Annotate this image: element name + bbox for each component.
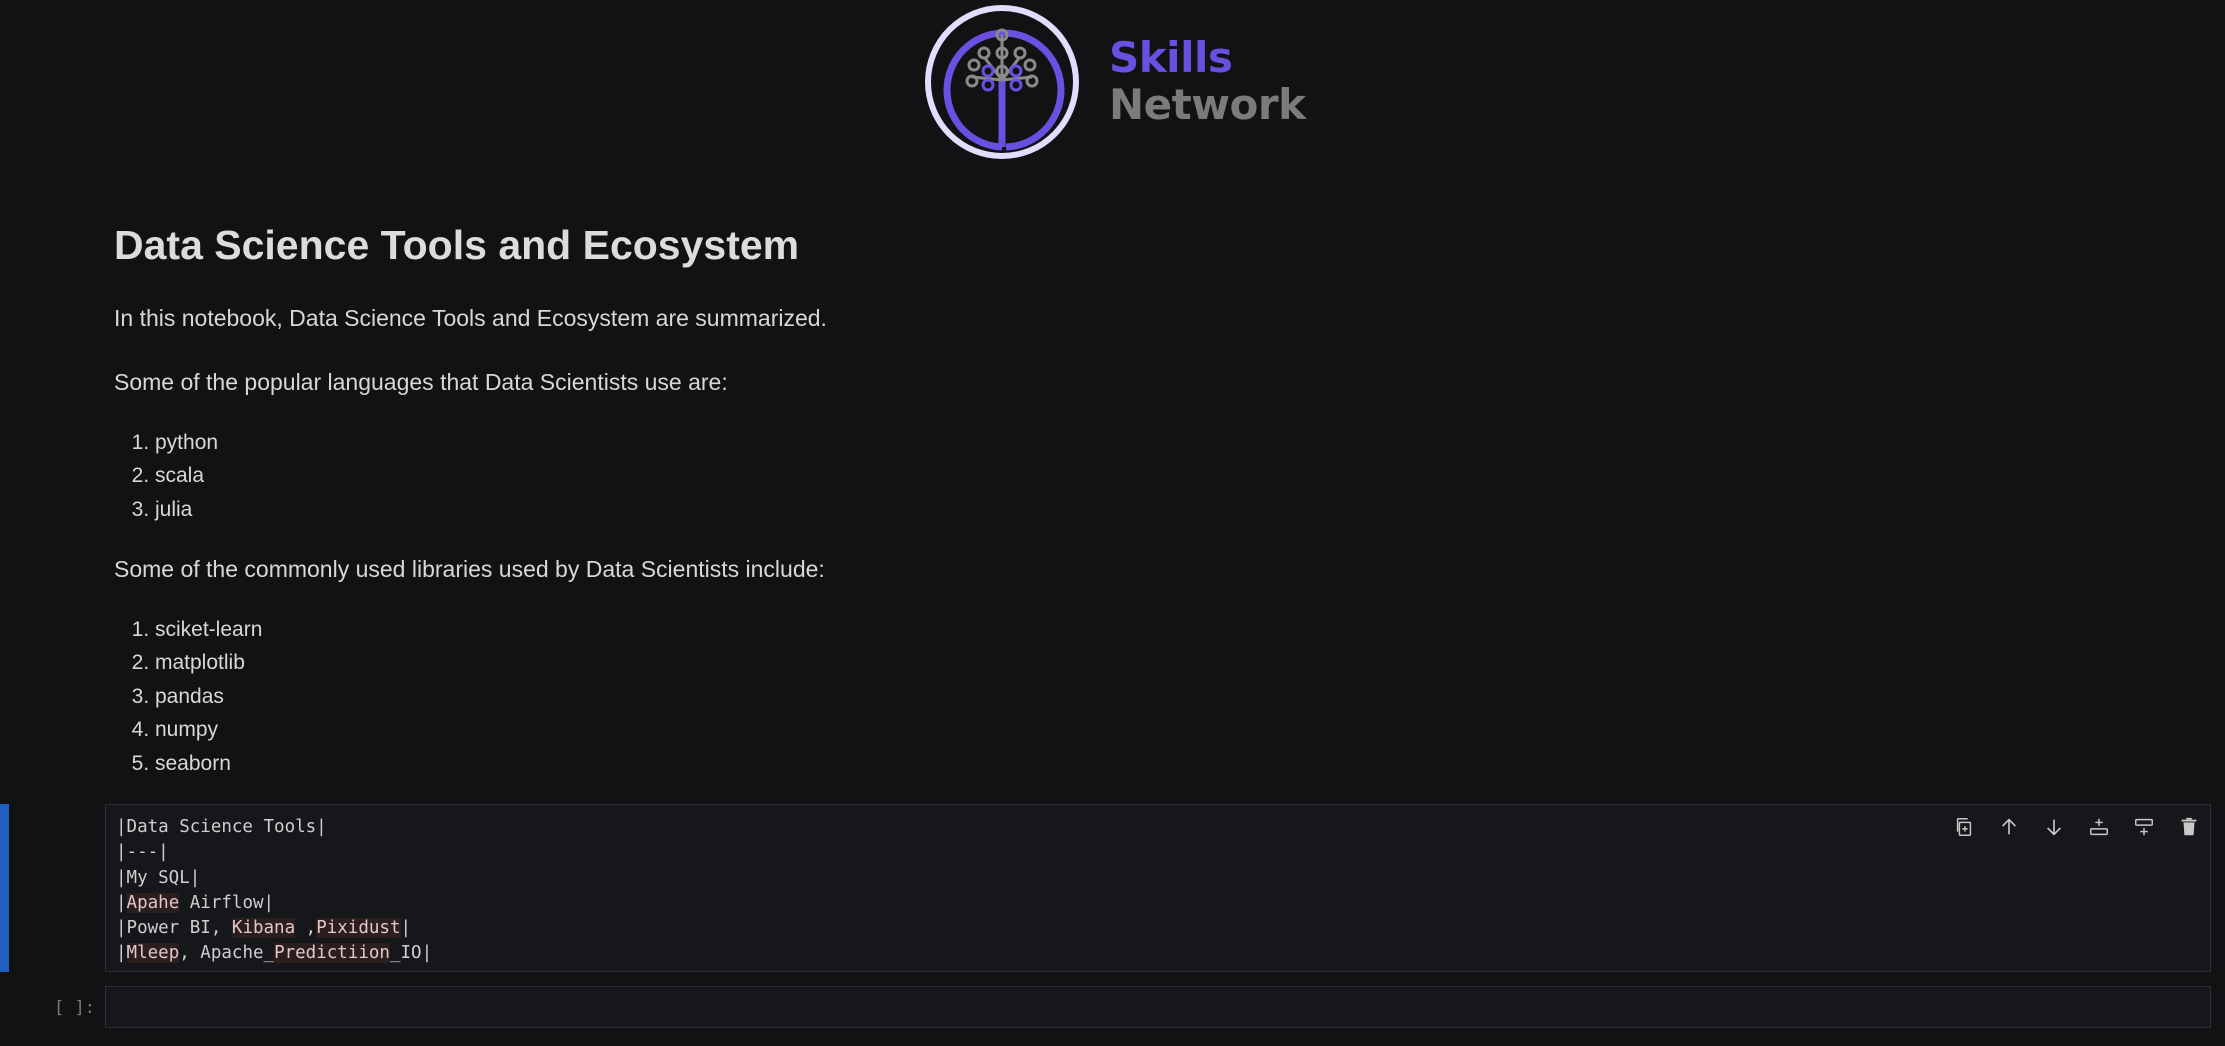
- languages-heading: Some of the popular languages that Data …: [114, 369, 728, 395]
- code-line: |Data Science Tools|: [116, 817, 327, 837]
- languages-list: python scala julia: [128, 426, 218, 526]
- insert-below-icon: [2090, 818, 2108, 836]
- list-item: seaborn: [155, 747, 262, 780]
- insert-above-icon: [2135, 818, 2153, 836]
- arrow-up-icon: [2001, 818, 2017, 835]
- code-line: |My SQL|: [116, 867, 201, 888]
- skills-network-logo: Skills Network: [922, 5, 1306, 165]
- code-line: |Power BI, Kibana ,Pixidust|: [116, 918, 412, 939]
- intro-text: In this notebook, Data Science Tools and…: [114, 305, 827, 331]
- duplicate-cell-button[interactable]: [1948, 812, 1980, 842]
- libraries-heading: Some of the commonly used libraries used…: [114, 556, 825, 582]
- cell-toolbar: [1948, 812, 2205, 842]
- cell-prompt: [ ]:: [54, 998, 95, 1018]
- spellcheck-highlight: Predictiion: [274, 943, 390, 964]
- libraries-list: sciket-learn matplotlib pandas numpy sea…: [128, 613, 262, 780]
- list-item: matplotlib: [155, 646, 262, 679]
- arrow-down-icon: [2046, 819, 2062, 836]
- cell-source[interactable]: |Data Science Tools| |---| |My SQL| |Apa…: [116, 815, 432, 967]
- spellcheck-highlight: Kibana: [231, 918, 296, 939]
- code-line: |Apahe Airflow|: [116, 892, 275, 913]
- move-up-button[interactable]: [1993, 812, 2025, 842]
- spellcheck-highlight: Mleep: [126, 943, 180, 964]
- spellcheck-highlight: Apahe: [126, 892, 180, 913]
- code-line: |Mleep, Apache_Predictiion_IO|: [116, 943, 433, 964]
- markdown-cell-editor[interactable]: |Data Science Tools| |---| |My SQL| |Apa…: [105, 804, 2211, 972]
- list-item: scala: [155, 459, 218, 492]
- insert-above-button[interactable]: [2128, 812, 2160, 842]
- trash-icon: [2181, 817, 2197, 836]
- logo-word-network: Network: [1109, 80, 1306, 129]
- list-item: pandas: [155, 680, 262, 713]
- code-line: |---|: [116, 842, 169, 863]
- empty-code-cell[interactable]: [105, 986, 2211, 1028]
- list-item: numpy: [155, 713, 262, 746]
- list-item: python: [155, 426, 218, 459]
- list-item: sciket-learn: [155, 613, 262, 646]
- spellcheck-highlight: Pixidust: [316, 918, 401, 939]
- logo-emblem-icon: [925, 5, 1079, 159]
- notebook-title: Data Science Tools and Ecosystem: [114, 222, 800, 268]
- list-item: julia: [155, 493, 218, 526]
- active-cell-indicator[interactable]: [0, 804, 9, 972]
- delete-cell-button[interactable]: [2173, 812, 2205, 842]
- insert-below-button[interactable]: [2083, 812, 2115, 842]
- copy-icon: [1956, 818, 1972, 836]
- logo-word-skills: Skills: [1109, 33, 1233, 82]
- notebook-page: Skills Network Data Science Tools and Ec…: [0, 0, 2225, 1046]
- move-down-button[interactable]: [2038, 812, 2070, 842]
